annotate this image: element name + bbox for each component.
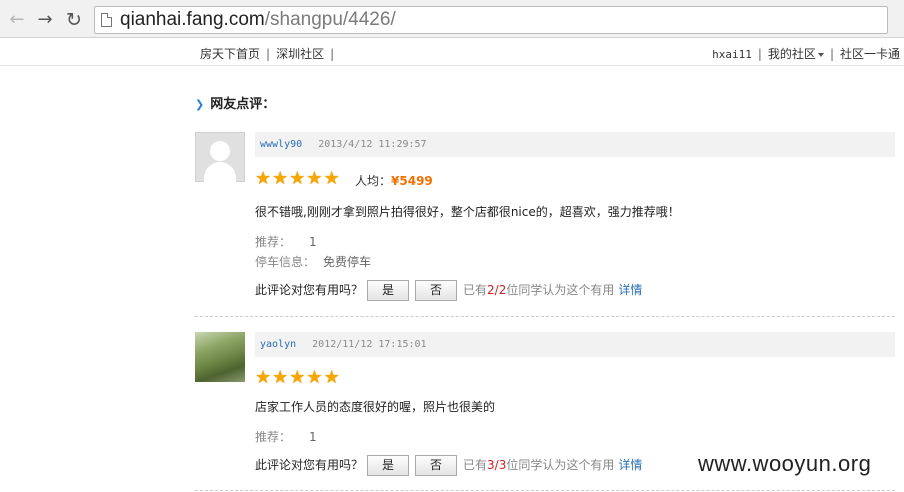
section-title-text: 网友点评：	[210, 97, 276, 112]
average-price-value: ¥5499	[391, 174, 433, 188]
review-timestamp: 2012/11/12 17:15:01	[312, 339, 427, 350]
average-price: 人均：¥5499	[355, 172, 433, 189]
rating-stars: ★★★★★	[255, 168, 341, 189]
star-icon: ★	[272, 168, 289, 189]
my-community-label: 我的社区	[767, 47, 816, 61]
chevron-down-icon	[817, 52, 824, 57]
rating-stars: ★★★★★	[255, 367, 341, 388]
detail-link[interactable]: 详情	[618, 458, 642, 472]
recommend-label: 推荐：	[255, 430, 292, 444]
section-title: ❯ 网友点评：	[195, 93, 275, 112]
review-content: 店家工作人员的态度很好的喔，照片也很美的	[255, 400, 496, 414]
no-button[interactable]: 否	[415, 280, 458, 301]
nav-separator: |	[330, 47, 335, 61]
useful-feedback: 此评论对您有用吗？是否已有2/2位同学认为这个有用 详情	[255, 280, 642, 301]
detail-link[interactable]: 详情	[618, 283, 642, 297]
star-icon: ★	[272, 367, 289, 388]
avatar[interactable]	[195, 132, 245, 182]
useful-count: 3/3	[487, 458, 507, 472]
star-icon: ★	[255, 168, 272, 189]
star-icon: ★	[306, 367, 323, 388]
parking-value: 免费停车	[323, 255, 372, 269]
recommend-label: 推荐：	[255, 235, 292, 249]
community-card-link[interactable]: 社区一卡通	[840, 47, 900, 61]
forward-arrow-icon[interactable]: →	[34, 9, 56, 31]
nav-link-home[interactable]: 房天下首页	[200, 47, 260, 61]
star-icon: ★	[255, 367, 272, 388]
useful-stat: 已有3/3位同学认为这个有用	[463, 458, 615, 472]
star-icon: ★	[306, 168, 323, 189]
star-icon: ★	[323, 367, 340, 388]
review-timestamp: 2013/4/12 11:29:57	[318, 139, 427, 150]
recommend-value: 1	[309, 430, 317, 444]
star-icon: ★	[323, 168, 340, 189]
username-link[interactable]: hxai11	[712, 48, 752, 61]
recommend-info: 推荐： 1	[255, 233, 317, 250]
reload-icon[interactable]: ↻	[63, 9, 85, 31]
average-price-label: 人均：	[355, 174, 392, 188]
url-text[interactable]: qianhai.fang.com/shangpu/4426/	[120, 9, 396, 31]
site-top-nav: 房天下首页 | 深圳社区 | hxai11 | 我的社区 | 社区一卡通	[0, 39, 904, 66]
yes-button[interactable]: 是	[367, 280, 410, 301]
nav-separator: |	[266, 47, 271, 61]
my-community-dropdown[interactable]: 我的社区	[768, 47, 824, 61]
useful-question: 此评论对您有用吗？	[255, 458, 364, 472]
back-arrow-icon[interactable]: ←	[6, 9, 28, 31]
nav-separator: |	[829, 47, 834, 61]
review-item: wwwly90 2013/4/12 11:29:57 ★★★★★ 人均：¥549…	[195, 132, 895, 317]
star-icon: ★	[289, 168, 306, 189]
useful-stat: 已有2/2位同学认为这个有用	[463, 283, 615, 297]
watermark: www.wooyun.org	[698, 451, 872, 476]
page-icon	[101, 13, 112, 27]
address-bar[interactable]: qianhai.fang.com/shangpu/4426/	[94, 6, 888, 34]
review-username[interactable]: wwwly90	[260, 139, 302, 150]
review-divider	[195, 316, 895, 317]
recommend-value: 1	[309, 235, 317, 249]
review-divider	[195, 490, 895, 491]
browser-toolbar: ← → ↻ qianhai.fang.com/shangpu/4426/	[0, 0, 904, 38]
chevron-right-icon: ❯	[195, 98, 205, 111]
yes-button[interactable]: 是	[367, 455, 410, 476]
nav-link-shenzhen-community[interactable]: 深圳社区	[276, 47, 324, 61]
star-icon: ★	[289, 367, 306, 388]
review-meta: wwwly90 2013/4/12 11:29:57	[255, 132, 895, 157]
avatar[interactable]	[195, 332, 245, 382]
review-username[interactable]: yaolyn	[260, 339, 296, 350]
parking-info: 停车信息： 免费停车	[255, 253, 371, 270]
no-button[interactable]: 否	[415, 455, 458, 476]
useful-count: 2/2	[487, 283, 507, 297]
review-content: 很不错哦,刚刚才拿到照片拍得很好，整个店都很nice的，超喜欢，强力推荐哦！	[255, 205, 680, 219]
recommend-info: 推荐： 1	[255, 428, 317, 445]
nav-separator: |	[757, 47, 762, 61]
useful-feedback: 此评论对您有用吗？是否已有3/3位同学认为这个有用 详情	[255, 455, 642, 476]
useful-question: 此评论对您有用吗？	[255, 283, 364, 297]
review-meta: yaolyn 2012/11/12 17:15:01	[255, 332, 895, 357]
parking-label: 停车信息：	[255, 255, 316, 269]
